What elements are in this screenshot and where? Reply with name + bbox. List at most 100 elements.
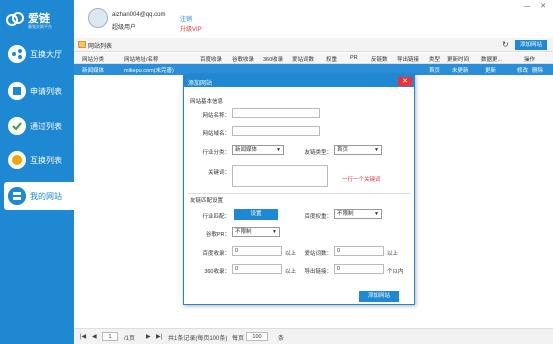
aizhan-words-unit: 以上 [387,251,399,257]
nav-label: 通过列表 [30,122,62,131]
next-page-icon[interactable]: ▶ [146,333,151,340]
nav-label: 互换列表 [30,156,62,165]
add-site-dialog: 添加网站 ✕ 网站基本信息 网站名称： 网站域名： 行业分类： 新闻媒体 ▼ 友… [183,75,415,305]
logout-link[interactable]: 注销 [180,14,192,23]
prev-page-icon[interactable]: ◀ [92,333,97,340]
upgrade-vip-link[interactable]: 升级VIP [180,24,202,33]
total-pages: /1页 [124,336,136,342]
friendlink-type-select[interactable]: 首页 ▼ [334,145,382,155]
column-header[interactable]: 360收录 [263,55,283,63]
baidu-weight-label: 百度权重： [304,214,332,220]
update-link[interactable]: 更新 [485,66,496,74]
column-header[interactable]: 权重 [326,55,337,63]
close-window-icon[interactable]: ✕ [538,2,548,12]
user-role: 超级用户 [112,25,137,31]
column-header[interactable]: PR [350,55,358,61]
per-page-label: 每页 [232,336,245,342]
so360-label: 360收录： [204,269,230,275]
table-row[interactable]: 新闻媒体 mikepu.com(未完善) 首页 未更新 更新 修改 删除 [74,64,553,75]
avatar [88,8,108,28]
column-header[interactable]: 百度收录 [200,55,222,63]
per-page-select[interactable]: 100 [246,332,268,341]
industry-label: 行业分类： [202,150,230,156]
last-page-icon[interactable]: ▶| [156,333,162,340]
aizhan-words-label: 爱站词数： [304,251,332,257]
cell-update-time: 未更新 [452,68,469,74]
divider [188,193,410,194]
so360-input[interactable]: 0 [232,264,282,274]
nav-item-exchange-hall[interactable]: 互换大厅 [0,40,74,68]
column-header[interactable]: 类型 [429,55,440,63]
aizhan-words-input[interactable]: 0 [334,246,384,256]
refresh-icon[interactable]: ↻ [502,40,509,49]
per-page-unit: 条 [278,336,285,342]
nav-item-my-sites[interactable]: 我的网站 [4,182,74,210]
google-pr-label: 谷歌PR： [205,232,230,238]
site-domain-label: 网站域名： [202,131,230,137]
column-header[interactable]: 网站分类 [82,55,104,63]
column-header[interactable]: 爱站词数 [292,55,314,63]
checkmark-icon [8,117,26,135]
baidu-weight-select[interactable]: 不限制 ▼ [334,209,382,219]
section-basic-info: 网站基本信息 [190,99,224,105]
tab-site-list[interactable]: 网站列表 [88,41,112,50]
edit-icon [8,82,26,100]
share-icon [8,45,26,63]
chevron-down-icon: ▼ [276,147,281,153]
link-logo-icon [6,12,24,26]
industry-match-label: 行业匹配： [202,214,230,220]
app-logo: 爱链 最强交换平台 [6,8,72,34]
pagination: |◀ ◀ 1 /1页 ▶ ▶| 共1条记录(每页100条) 每页 100 条 [74,328,553,344]
header: aizhan004@qq.com 超级用户 注销 升级VIP — ✕ [74,0,553,36]
first-page-icon[interactable]: |◀ [80,333,86,340]
industry-match-settings-button[interactable]: 设置 [234,209,278,220]
nav-label: 互换大厅 [30,50,62,59]
keywords-textarea[interactable] [232,165,328,187]
keywords-label: 关键词： [207,170,230,176]
column-header[interactable]: 反链数 [371,55,388,63]
baidu-index-label: 百度收录： [202,251,230,257]
close-icon[interactable]: ✕ [398,77,412,86]
page-number-input[interactable]: 1 [102,332,118,341]
nav-item-applications[interactable]: 申请列表 [0,77,74,105]
edit-link[interactable]: 修改 [517,66,528,74]
export-links-unit: 个以内 [387,269,404,275]
industry-value: 新闻媒体 [235,147,258,153]
add-site-submit-button[interactable]: 添加网站 [359,291,399,302]
google-pr-select[interactable]: 不限制 ▼ [232,227,280,237]
site-name-label: 网站名称： [202,113,230,119]
column-header[interactable]: 操作 [524,55,535,63]
nav-label: 申请列表 [30,87,62,96]
app-tagline: 最强交换平台 [28,24,52,29]
site-domain-input[interactable] [232,126,320,136]
folder-icon [78,41,86,48]
user-email: aizhan004@qq.com [112,12,166,18]
column-header[interactable]: 更新时间 [447,55,469,63]
chevron-down-icon: ▼ [374,211,379,217]
column-header[interactable]: 谷歌收录 [232,55,254,63]
keywords-hint: 一行一个关键词 [342,177,381,183]
baidu-weight-value: 不限制 [337,211,354,217]
nav-item-exchanges[interactable]: 互换列表 [0,146,74,174]
nav-item-approved[interactable]: 通过列表 [0,112,74,140]
friendlink-type-label: 友链类型： [304,150,332,156]
minimize-icon[interactable]: — [522,2,532,12]
baidu-index-input[interactable]: 0 [232,246,282,256]
column-header[interactable]: 网站地址/名称 [124,55,159,63]
cell-category: 新闻媒体 [82,68,105,74]
exchange-icon [8,151,26,169]
export-links-label: 导出链接： [304,269,332,275]
friendlink-type-value: 首页 [337,147,349,153]
site-name-input[interactable] [232,108,320,118]
export-links-input[interactable]: 0 [334,264,384,274]
column-header[interactable]: 数据更... [481,55,502,63]
delete-link[interactable]: 删除 [532,66,543,74]
sidebar: 爱链 最强交换平台 互换大厅 申请列表 通过列表 互换列表 我的网站 [0,0,74,344]
dialog-title: 添加网站 [188,81,213,87]
industry-select[interactable]: 新闻媒体 ▼ [232,145,284,155]
toolbar: 网站列表 ↻ 添加网站 [74,38,553,52]
stack-icon [8,187,26,205]
google-pr-value: 不限制 [235,229,252,235]
add-site-button[interactable]: 添加网站 [515,40,547,50]
column-header[interactable]: 导出链接 [397,55,419,63]
